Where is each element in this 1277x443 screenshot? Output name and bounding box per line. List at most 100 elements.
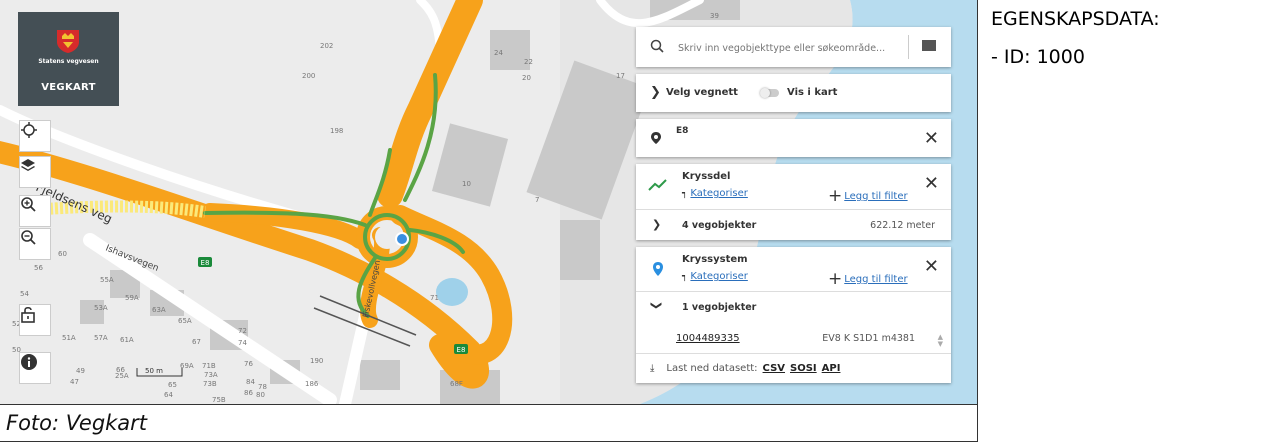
chevron-right-icon[interactable]: ❯ (652, 218, 661, 231)
search-input[interactable] (676, 37, 905, 59)
house-number: 76 (244, 360, 253, 368)
house-number: 59A (125, 294, 139, 302)
close-icon[interactable]: ✕ (924, 173, 939, 194)
house-number: 54 (20, 290, 29, 298)
download-sosi-link[interactable]: SOSI (790, 363, 817, 374)
road-badge-label: E8 (457, 346, 466, 354)
house-number: 24 (494, 49, 503, 57)
kryssdel-count[interactable]: 4 vegobjekter (682, 220, 756, 231)
hierarchy-icon: ┑ (682, 272, 688, 282)
close-icon[interactable]: ✕ (924, 256, 939, 277)
house-number: 71B (202, 362, 216, 370)
search-icon (650, 39, 664, 53)
download-row: ⤓ Last ned datasett: CSV SOSI API (650, 363, 840, 374)
house-number: 84 (246, 378, 255, 386)
properties-title: EGENSKAPSDATA: (991, 8, 1160, 30)
kryssystem-title: Kryssystem (682, 254, 748, 265)
house-number: 10 (462, 180, 471, 188)
kryssystem-categorize-link[interactable]: ┑ Kategoriser (682, 271, 748, 282)
house-number: 20 (522, 74, 531, 82)
vis-i-kart-toggle[interactable] (760, 88, 779, 98)
divider (636, 209, 951, 210)
close-icon[interactable]: ✕ (924, 128, 939, 149)
kryssdel-categorize-link[interactable]: ┑ Kategoriser (682, 188, 748, 199)
house-number: 65A (178, 317, 192, 325)
house-number: 86 (244, 389, 253, 397)
crown-shield-icon (57, 30, 79, 53)
house-number: 55A (100, 276, 114, 284)
house-number: 39 (710, 12, 719, 20)
house-number: 75B (212, 396, 226, 404)
download-csv-link[interactable]: CSV (763, 363, 785, 374)
house-number: 198 (330, 127, 343, 135)
house-number: 61A (120, 336, 134, 344)
house-number: 25A (115, 372, 129, 380)
scale-label: 50 m (145, 367, 163, 375)
divider (636, 291, 951, 292)
house-number: 200 (302, 72, 315, 80)
house-number: 17 (616, 72, 625, 80)
layers-icon (21, 159, 35, 171)
book-icon[interactable] (922, 40, 936, 51)
house-number: 186 (305, 380, 319, 388)
map-marker-icon (653, 262, 663, 276)
scroll-arrows-icon[interactable]: ▲ ▼ (938, 334, 943, 348)
search-panel (636, 27, 951, 67)
kryssystem-panel: Kryssystem ┑ Kategoriser + Legg til filter… (636, 247, 951, 383)
house-number: 78 (258, 383, 267, 391)
location-label: E8 (676, 126, 689, 136)
kryssystem-add-filter-link[interactable]: + Legg til filter (828, 269, 908, 289)
house-number: 68F (450, 380, 463, 388)
house-number: 71 (430, 294, 439, 302)
info-button[interactable] (19, 352, 51, 384)
house-number: 47 (70, 378, 79, 386)
figure-caption: Foto: Vegkart (0, 404, 977, 442)
properties-panel: EGENSKAPSDATA: - ID: 1000 (979, 0, 1277, 443)
map-view[interactable]: E8 E8 Fjeldsens veg Ishavsvegen Fiskevol… (0, 0, 977, 404)
line-chart-icon (648, 179, 667, 191)
chevron-right-icon: ❯ (650, 85, 661, 100)
house-number: 190 (310, 357, 323, 365)
vegnett-panel[interactable]: ❯ Velg vegnett Vis i kart (636, 74, 951, 112)
figure-frame: E8 E8 Fjeldsens veg Ishavsvegen Fiskevol… (0, 0, 978, 442)
house-number: 72 (238, 327, 247, 335)
locate-button[interactable] (19, 120, 51, 152)
house-number: 63A (152, 306, 166, 314)
divider (908, 35, 909, 59)
position-marker[interactable] (395, 232, 409, 246)
layers-button[interactable] (19, 156, 51, 188)
object-ref: EV8 K S1D1 m4381 (822, 333, 915, 344)
house-number: 74 (238, 339, 247, 347)
house-number: 67 (192, 338, 201, 346)
location-panel: E8 ✕ (636, 119, 951, 157)
add-filter-label: Legg til filter (844, 191, 908, 202)
house-number: 51A (62, 334, 76, 342)
download-api-link[interactable]: API (822, 363, 841, 374)
pond (436, 278, 468, 306)
house-number: 22 (524, 58, 533, 66)
plus-icon: + (828, 269, 843, 289)
zoom-in-icon (21, 197, 36, 212)
kryssdel-length: 622.12 meter (870, 220, 935, 231)
object-id-link[interactable]: 1004489335 (676, 333, 740, 344)
zoom-in-button[interactable] (19, 195, 51, 227)
house-number: 53A (94, 304, 108, 312)
plus-icon: + (828, 186, 843, 206)
kryssystem-count[interactable]: 1 vegobjekter (682, 302, 756, 313)
lock-button[interactable] (19, 304, 51, 336)
divider (636, 353, 951, 354)
house-number: 73B (203, 380, 217, 388)
house-number: 60 (58, 250, 67, 258)
add-filter-label: Legg til filter (844, 274, 908, 285)
download-label: Last ned datasett: (666, 363, 758, 374)
app-logo[interactable]: Statens vegvesen VEGKART (18, 12, 119, 106)
scale-bar: 50 m (136, 367, 183, 377)
vegnett-label: Velg vegnett (666, 87, 738, 98)
zoom-out-button[interactable] (19, 228, 51, 260)
org-name: Statens vegvesen (38, 58, 99, 65)
house-number: 65 (168, 381, 177, 389)
chevron-down-icon[interactable]: ❯ (650, 301, 663, 310)
kryssdel-panel: Kryssdel ┑ Kategoriser + Legg til filter ✕… (636, 164, 951, 240)
kryssdel-add-filter-link[interactable]: + Legg til filter (828, 186, 908, 206)
app-title: VEGKART (41, 82, 96, 93)
